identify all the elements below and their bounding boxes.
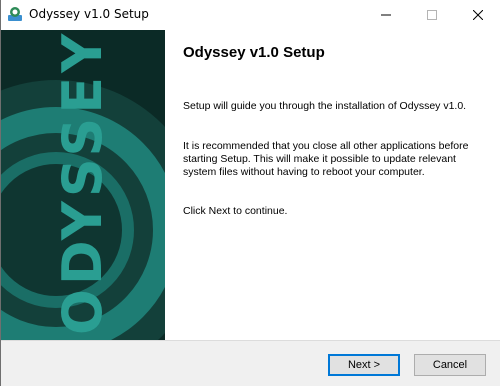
minimize-icon bbox=[381, 14, 391, 16]
footer-divider bbox=[1, 340, 500, 341]
welcome-banner: ODYSSEY bbox=[1, 30, 165, 340]
banner-wordmark: ODYSSEY bbox=[51, 30, 114, 335]
page-title: Odyssey v1.0 Setup bbox=[183, 44, 325, 61]
intro-paragraph: Setup will guide you through the install… bbox=[183, 100, 467, 112]
close-button[interactable] bbox=[455, 0, 500, 30]
maximize-icon bbox=[427, 10, 437, 20]
window-title: Odyssey v1.0 Setup bbox=[29, 7, 149, 21]
wizard-content: ODYSSEY Odyssey v1.0 Setup Setup will gu… bbox=[1, 30, 500, 340]
recommendation-paragraph: It is recommended that you close all oth… bbox=[183, 140, 469, 178]
cancel-button[interactable]: Cancel bbox=[414, 354, 486, 376]
maximize-button[interactable] bbox=[409, 0, 455, 30]
continue-instruction: Click Next to continue. bbox=[183, 205, 288, 217]
minimize-button[interactable] bbox=[363, 0, 409, 30]
banner-graphic: ODYSSEY bbox=[1, 30, 165, 340]
installer-icon bbox=[7, 6, 23, 22]
next-button[interactable]: Next > bbox=[328, 354, 400, 376]
close-icon bbox=[473, 10, 483, 20]
title-bar[interactable]: Odyssey v1.0 Setup bbox=[1, 0, 500, 30]
setup-window: Odyssey v1.0 Setup ODYSSEY Odyssey v1.0 … bbox=[0, 0, 500, 386]
